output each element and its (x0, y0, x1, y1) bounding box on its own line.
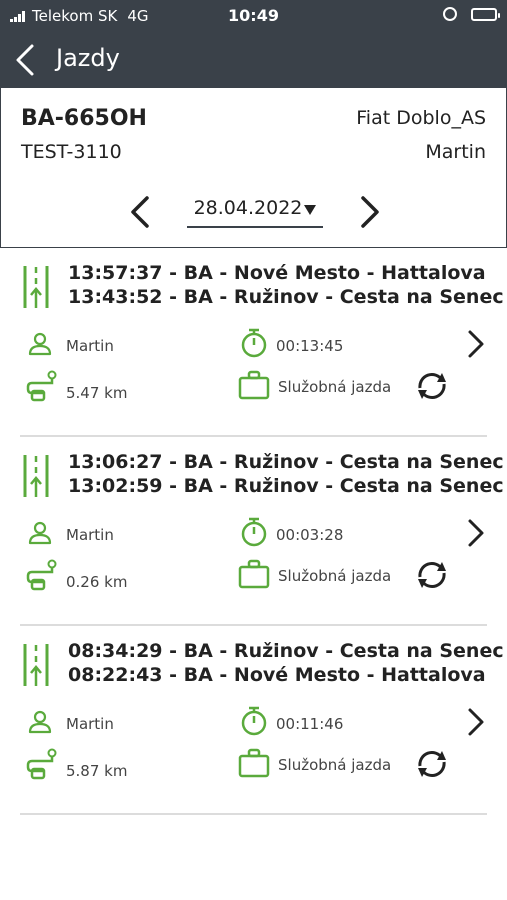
selected-date: 28.04.2022 (193, 197, 303, 219)
distance-icon (26, 748, 57, 780)
briefcase-icon (238, 370, 270, 400)
chevron-right-icon[interactable] (464, 517, 488, 549)
trip-duration: 00:03:28 (276, 526, 344, 544)
timer-icon (241, 517, 267, 547)
route-icon (23, 455, 49, 497)
trip-distance: 5.87 km (66, 762, 128, 780)
battery-icon (471, 7, 500, 21)
previous-date-button[interactable] (121, 190, 161, 234)
distance-icon (26, 370, 57, 402)
chevron-right-icon (361, 196, 379, 228)
trip-item[interactable]: 13:57:37 - BA - Nové Mesto - Hattalova 1… (0, 248, 507, 437)
trip-distance: 5.47 km (66, 384, 128, 402)
vehicle-card: BA-665OH Fiat Doblo_AS TEST-3110 Martin … (0, 88, 507, 248)
status-bar: Telekom SK 4G 10:49 (0, 0, 507, 32)
trip-duration: 00:11:46 (276, 715, 344, 733)
sync-icon[interactable] (412, 368, 452, 404)
trip-duration: 00:13:45 (276, 337, 344, 355)
trip-item[interactable]: 13:06:27 - BA - Ružinov - Cesta na Senec… (0, 437, 507, 626)
trip-distance: 0.26 km (66, 573, 128, 591)
person-icon (28, 710, 52, 734)
back-chevron-icon (16, 44, 34, 76)
trip-item[interactable]: 08:34:29 - BA - Ružinov - Cesta na Senec… (0, 626, 507, 815)
vehicle-tag: TEST-3110 (21, 141, 122, 163)
trip-driver: Martin (66, 526, 114, 544)
app-bar: Jazdy (0, 32, 507, 88)
caret-down-icon (304, 204, 317, 215)
distance-icon (26, 559, 57, 591)
trip-purpose: Služobná jazda (278, 567, 392, 585)
page-title: Jazdy (56, 44, 120, 72)
trip-start-location: 13:02:59 - BA - Ružinov - Cesta na Senec (68, 475, 504, 497)
trip-purpose: Služobná jazda (278, 756, 392, 774)
sync-icon[interactable] (412, 557, 452, 593)
trip-end-location: 13:06:27 - BA - Ružinov - Cesta na Senec (68, 451, 504, 473)
status-right (443, 7, 500, 21)
next-date-button[interactable] (349, 190, 389, 234)
person-icon (28, 332, 52, 356)
briefcase-icon (238, 559, 270, 589)
trip-start-location: 13:43:52 - BA - Ružinov - Cesta na Senec (68, 286, 504, 308)
route-icon (23, 644, 49, 686)
timer-icon (241, 706, 267, 736)
chevron-right-icon[interactable] (464, 706, 488, 738)
trip-start-location: 08:22:43 - BA - Nové Mesto - Hattalova (68, 664, 486, 686)
briefcase-icon (238, 748, 270, 778)
route-icon (23, 266, 49, 308)
trip-purpose: Služobná jazda (278, 378, 392, 396)
status-time: 10:49 (228, 6, 279, 25)
back-button[interactable] (8, 38, 48, 82)
trip-divider (20, 813, 487, 815)
trip-end-location: 08:34:29 - BA - Ružinov - Cesta na Senec (68, 640, 504, 662)
person-icon (28, 521, 52, 545)
chevron-left-icon (131, 196, 149, 228)
trip-driver: Martin (66, 337, 114, 355)
vehicle-model: Fiat Doblo_AS (356, 107, 486, 129)
date-selector[interactable]: 28.04.2022 (187, 192, 323, 228)
timer-icon (241, 328, 267, 358)
vehicle-plate: BA-665OH (21, 106, 147, 131)
sync-icon[interactable] (412, 746, 452, 782)
vehicle-driver: Martin (425, 141, 486, 163)
trip-end-location: 13:57:37 - BA - Nové Mesto - Hattalova (68, 262, 486, 284)
chevron-right-icon[interactable] (464, 328, 488, 360)
trip-driver: Martin (66, 715, 114, 733)
orientation-lock-icon (443, 7, 457, 21)
